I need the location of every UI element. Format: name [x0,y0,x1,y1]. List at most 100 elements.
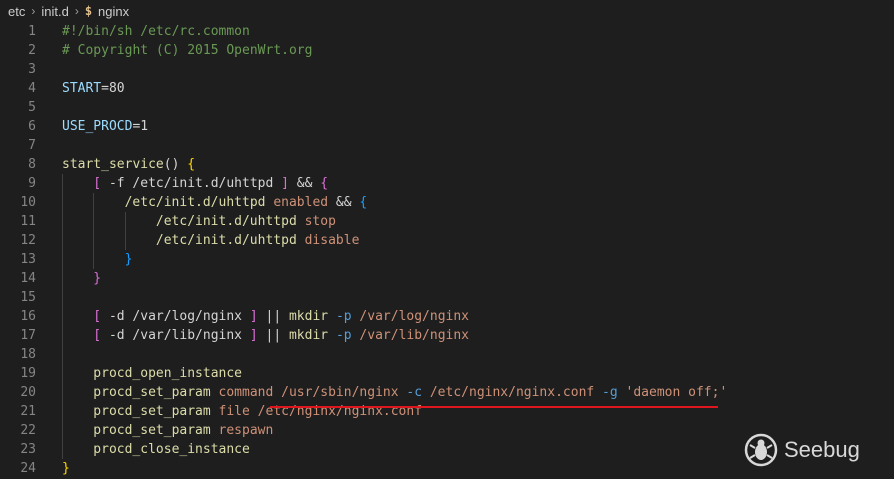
indent-guide [62,193,63,212]
line-number: 9 [28,176,36,191]
code-token: mkdir [288,328,329,343]
line-number: 8 [28,157,36,172]
code-line[interactable]: 12/etc/init.d/uhttpd disable [0,231,894,250]
code-token: /etc/init.d/uhttpd [155,233,305,248]
line-number: 12 [20,233,36,248]
code-line[interactable]: 7 [0,136,894,155]
code-line[interactable]: 5 [0,98,894,117]
code-line[interactable]: 15 [0,288,894,307]
code-text: # Copyright (C) 2015 OpenWrt.org [62,41,312,60]
line-number: 3 [28,62,36,77]
code-editor[interactable]: 1 #!/bin/sh /etc/rc.common 2 # Copyright (C… [0,22,894,479]
code-token: || [257,328,289,343]
code-line[interactable]: 11/etc/init.d/uhttpd stop [0,212,894,231]
code-token: } [62,461,70,476]
code-token: || [257,309,289,324]
code-token: procd_open_instance [93,366,243,381]
line-number: 20 [20,385,36,400]
code-line[interactable]: 17 [ -d /var/lib/nginx ] || mkdir -p /var… [0,326,894,345]
code-token: && [288,176,321,191]
code-line[interactable]: 9 [ -f /etc/init.d/uhttpd ] && { [0,174,894,193]
breadcrumb-item-init-d[interactable]: init.d [41,4,68,19]
code-token: procd_set_param [93,423,211,438]
code-text: [ -d /var/log/nginx ] || mkdir -p /var/l… [93,307,469,326]
code-token: () [163,157,188,172]
code-line[interactable]: 14} [0,269,894,288]
breadcrumb: etc › init.d › $ nginx [0,0,894,22]
code-token: -p [335,309,352,324]
code-token: disable [304,233,360,248]
code-token: /etc/nginx/nginx.conf [422,385,603,400]
code-token: [ [93,309,102,324]
code-token: start_service [62,157,164,172]
code-line[interactable]: 2 # Copyright (C) 2015 OpenWrt.org [0,41,894,60]
indent-guide [62,402,63,421]
code-token: command /usr/sbin/nginx [210,385,407,400]
code-token: { [187,157,196,172]
indent-guide [62,231,63,250]
code-token: START [62,81,102,96]
line-number: 18 [20,347,36,362]
indent-guide [62,364,63,383]
code-text: /etc/init.d/uhttpd disable [156,231,360,250]
code-token: stop [304,214,336,229]
code-line[interactable]: 1 #!/bin/sh /etc/rc.common [0,22,894,41]
code-token: 'daemon off;' [617,385,728,400]
code-token: -c [406,385,423,400]
indent-guide [93,250,95,269]
code-text: /etc/init.d/uhttpd stop [156,212,336,231]
code-token: ] [249,309,258,324]
code-text: procd_set_param command /usr/sbin/nginx … [93,383,727,402]
code-token: { [359,195,368,210]
code-line[interactable]: 13} [0,250,894,269]
line-number: 19 [20,366,36,381]
code-text: } [62,459,70,478]
shell-script-icon: $ [84,4,93,18]
chevron-right-icon: › [31,4,36,18]
code-token: mkdir [288,309,329,324]
line-number: 14 [20,271,36,286]
code-line[interactable]: 6 USE_PROCD=1 [0,117,894,136]
code-line[interactable]: 21 procd_set_param file /etc/nginx/nginx.… [0,402,894,421]
code-token: enabled [273,195,329,210]
code-token: /var/log/nginx [351,309,470,324]
code-token: [ [93,176,102,191]
breadcrumb-item-etc[interactable]: etc [8,4,25,19]
code-token: -d /var/log/nginx [101,309,250,324]
indent-guide [62,307,63,326]
code-text: #!/bin/sh /etc/rc.common [62,22,250,41]
code-token: && [328,195,360,210]
indent-guide [62,326,63,345]
code-line[interactable]: 3 [0,60,894,79]
line-number: 13 [20,252,36,267]
code-line[interactable]: 4 START=80 [0,79,894,98]
code-token: respawn [210,423,274,438]
indent-guide [62,212,63,231]
line-number: 2 [28,43,36,58]
code-line[interactable]: 16 [ -d /var/log/nginx ] || mkdir -p /var… [0,307,894,326]
line-number: 10 [20,195,36,210]
indent-guide [62,383,63,402]
indent-guide [62,421,63,440]
code-token: #!/bin/sh /etc/rc.common [62,24,250,39]
code-line[interactable]: 10/etc/init.d/uhttpd enabled && { [0,193,894,212]
code-text: procd_close_instance [93,440,250,459]
code-token: -p [335,328,352,343]
code-token: -f /etc/init.d/uhttpd [101,176,282,191]
code-line[interactable]: 20 procd_set_param command /usr/sbin/ngin… [0,383,894,402]
code-line[interactable]: 8 start_service() { [0,155,894,174]
code-token: # Copyright (C) 2015 OpenWrt.org [62,43,313,58]
code-line[interactable]: 19 procd_open_instance [0,364,894,383]
code-text: [ -d /var/lib/nginx ] || mkdir -p /var/l… [93,326,469,345]
code-token: =1 [132,119,149,134]
code-token: =80 [101,81,125,96]
indent-guide [62,269,63,288]
code-token: { [320,176,329,191]
seebug-bug-logo-icon [744,433,778,467]
line-number: 1 [28,24,36,39]
watermark: Seebug [744,430,860,470]
code-line[interactable]: 18 [0,345,894,364]
breadcrumb-item-nginx[interactable]: nginx [98,4,129,19]
indent-guide [62,440,63,459]
